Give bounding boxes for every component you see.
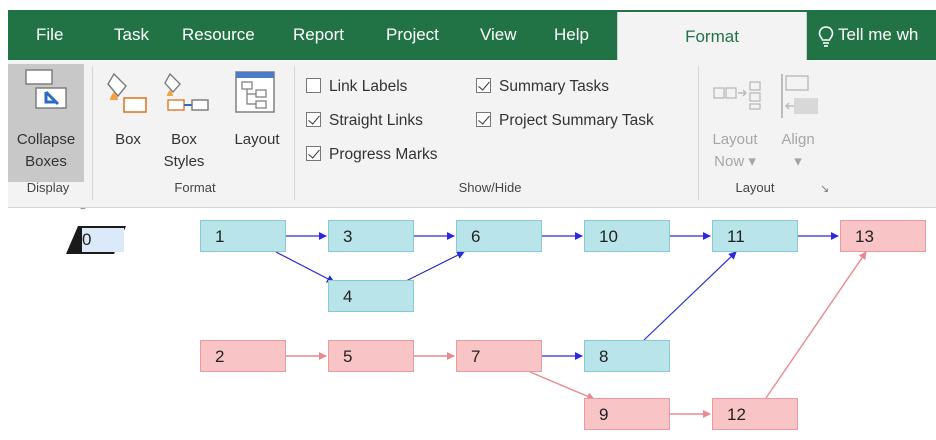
checkbox-checked [476,78,491,93]
task-node[interactable]: 11 [712,220,798,252]
tell-me-label: Tell me wh [838,25,919,44]
checkbox-checked [306,146,321,161]
lightbulb-icon [818,25,834,47]
task-node[interactable]: 6 [456,220,542,252]
checkbox-checked [306,112,321,127]
task-node-critical[interactable]: 13 [840,220,926,252]
collapse-boxes-label-1: Collapse [16,131,76,148]
checkbox-unchecked [306,78,321,93]
tab-file[interactable]: File [36,10,63,60]
summary-task-label: 0 [82,230,92,249]
dialog-launcher-icon[interactable]: ↘ [820,182,829,195]
dropdown-arrow-icon: ▾ [744,153,756,170]
layout-now-icon[interactable] [712,80,768,110]
project-summary-task-checkbox[interactable]: Project Summary Task [476,110,654,132]
box-styles-icon[interactable] [164,72,212,118]
collapse-boxes-icon [25,69,67,109]
link-labels-checkbox[interactable]: Link Labels [306,76,407,98]
format-group-label: Format [174,180,216,195]
task-node[interactable]: 8 [584,340,670,372]
checkbox-checked [476,112,491,127]
layout-label: Layout [234,131,280,148]
tab-format[interactable]: Format [617,12,807,62]
task-node[interactable]: 3 [328,220,414,252]
task-node-critical[interactable]: 5 [328,340,414,372]
collapse-toggle-icon[interactable]: − [80,204,86,215]
tab-resource[interactable]: Resource [182,10,255,60]
layout-group-label: Layout [735,180,775,195]
collapse-boxes-label-2: Boxes [25,153,67,170]
task-node-critical[interactable]: 9 [584,398,670,430]
task-node-critical[interactable]: 7 [456,340,542,372]
tab-project[interactable]: Project [386,10,439,60]
progress-marks-checkbox[interactable]: Progress Marks [306,144,438,166]
task-node-critical[interactable]: 12 [712,398,798,430]
project-summary-task-label: Project Summary Task [499,112,654,129]
straight-links-checkbox[interactable]: Straight Links [306,110,423,132]
display-group-label: Display [26,180,70,195]
tab-help[interactable]: Help [554,10,589,60]
align-label: Align [781,131,815,148]
box-styles-label-2: Styles [163,153,205,170]
tab-report[interactable]: Report [293,10,344,60]
task-node-critical[interactable]: 2 [200,340,286,372]
group-separator [92,66,93,200]
straight-links-label: Straight Links [329,112,423,129]
group-separator [294,66,295,200]
layout-now-label-2: Now ▾ [714,153,756,170]
box-label: Box [115,131,141,148]
summary-tasks-label: Summary Tasks [499,78,609,95]
layout-icon[interactable] [234,70,278,116]
show-hide-group-label: Show/Hide [458,180,522,195]
task-node[interactable]: 1 [200,220,286,252]
tab-task[interactable]: Task [114,10,149,60]
tell-me-search[interactable]: Tell me wh [818,10,936,60]
box-styles-label-1: Box [171,131,197,148]
align-icon[interactable] [778,72,822,122]
box-icon[interactable] [106,70,148,116]
left-margin [0,60,8,440]
task-node[interactable]: 4 [328,280,414,312]
task-node[interactable]: 10 [584,220,670,252]
summary-tasks-checkbox[interactable]: Summary Tasks [476,76,609,98]
link-labels-label: Link Labels [329,78,408,95]
align-dropdown-arrow-icon[interactable]: ▾ [772,152,824,172]
tab-view[interactable]: View [480,10,517,60]
layout-now-label-1: Layout [712,131,758,148]
group-separator [698,66,699,200]
progress-marks-label: Progress Marks [329,146,438,163]
